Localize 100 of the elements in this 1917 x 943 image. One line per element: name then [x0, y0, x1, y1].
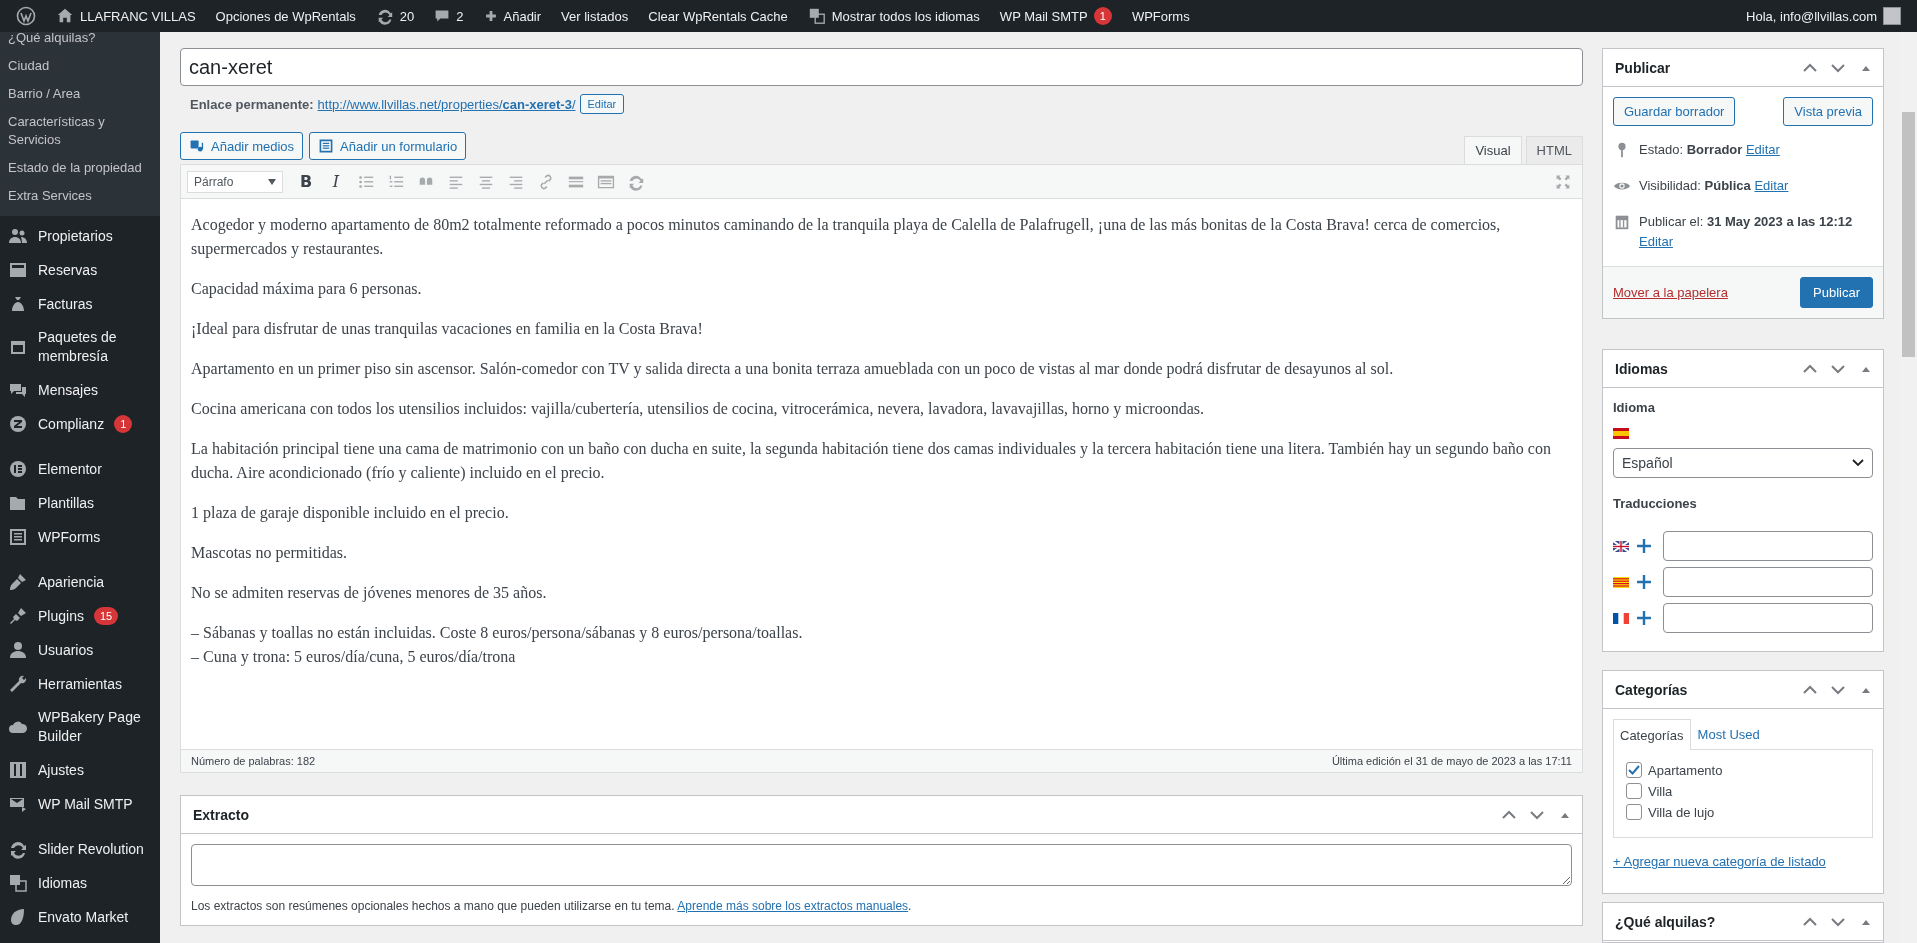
editor-tab[interactable]: Visual [1464, 136, 1522, 164]
comment-icon [434, 8, 451, 24]
category-label: Villa de lujo [1648, 804, 1715, 820]
calendar-icon [1613, 213, 1631, 231]
content-paragraph: 1 plaza de garaje disponible incluido en el precio. [191, 503, 510, 524]
toolbar-menu-item[interactable]: Clear WpRentals Cache [640, 0, 796, 32]
category-tab[interactable]: Most Used [1690, 719, 1767, 749]
sidebar-menu-item[interactable]: Elementor [0, 452, 160, 486]
category-label: Villa [1648, 783, 1673, 799]
content-paragraph: La habitación principal tiene una cama de matrimonio con un baño con ducha en suite, la segunda habitación tiene dos camas individuales y la tercera habitación tiene una litera. También hay un segundo baño con ducha. Aire acondicionado (frío y caliente) incluido en el precio. [191, 439, 1552, 484]
checkmark-icon [1627, 763, 1641, 777]
sidebar-menu-item[interactable]: Plugins 15 [0, 599, 160, 633]
submenu-item[interactable]: Ciudad [0, 52, 160, 80]
content-paragraph: Mascotas no permitidas. [191, 543, 348, 564]
sidebar-menu-item[interactable]: Reservas [0, 253, 160, 287]
sidebar-menu-item[interactable]: Envato Market [0, 900, 160, 934]
permalink-label: Enlace permanente: [190, 96, 314, 112]
bold-button[interactable]: B [293, 169, 319, 194]
toolbar-menu-item[interactable]: Añadir [475, 0, 550, 32]
caret-icon [268, 178, 276, 185]
submenu-item[interactable]: Barrio / Area [0, 80, 160, 108]
sidebar-menu-item[interactable]: Idiomas [0, 866, 160, 900]
add-icon[interactable] [1637, 575, 1651, 589]
title-field[interactable]: can-xeret [180, 48, 1583, 86]
move-to-trash-link[interactable]: Mover a la papelera [1613, 285, 1728, 300]
translate-icon [807, 7, 826, 25]
panel-title: ¿Qué alquilas? [1615, 913, 1716, 930]
translation-field[interactable] [1663, 567, 1873, 597]
plug-icon [8, 606, 28, 626]
sidebar-menu-item[interactable]: Paquetes de membresía [0, 321, 160, 373]
plus-icon [483, 9, 498, 23]
sidebar-menu-item[interactable]: Usuarios [0, 633, 160, 667]
submenu-item[interactable]: Estado de la propiedad [0, 154, 160, 182]
excerpt-help-text: Los extractos son resúmenes opcionales hechos a mano que pueden utilizarse en tu tema. Aprende más sobre los extractos manuales. [191, 899, 913, 913]
sidebar-menu-item[interactable]: Propietarios [0, 219, 160, 253]
form-icon [8, 527, 28, 547]
word-count: Número de palabras: 182 [191, 755, 316, 767]
toolbar-menu-item[interactable]: 20 [367, 0, 423, 32]
sidebar-menu-item[interactable]: Complianz 1 [0, 407, 160, 441]
excerpt-field[interactable] [191, 844, 1572, 886]
toolbar-menu-item[interactable]: Mostrar todos los idiomas [799, 0, 988, 32]
sidebar-menu-item[interactable]: Mensajes [0, 373, 160, 407]
editor-tab[interactable]: HTML [1525, 136, 1583, 164]
submenu-item[interactable]: Extra Services [0, 182, 160, 210]
add-form-button[interactable]: Añadir un formulario [309, 132, 467, 160]
format-dropdown[interactable]: Párrafo [187, 170, 283, 193]
wordpress-logo-icon [16, 6, 36, 26]
last-edited: Última edición el 31 de mayo de 2023 a las 17:11 [1331, 755, 1572, 767]
translation-field[interactable] [1663, 603, 1873, 633]
sidebar-menu-item[interactable]: Slider Revolution [0, 832, 160, 866]
sidebar-menu-item[interactable]: WP Mail SMTP [0, 787, 160, 821]
checkbox[interactable] [1626, 762, 1642, 778]
toolbar-menu-item[interactable]: WPForms [1123, 0, 1198, 32]
panel-title: Extracto [193, 806, 250, 823]
language-select[interactable]: Español [1613, 448, 1873, 478]
preview-button[interactable]: Vista previa [1783, 97, 1873, 126]
edit-permalink-button[interactable]: Editar [579, 94, 625, 114]
edit-link[interactable]: Editar [1754, 178, 1789, 193]
sidebar-menu-item[interactable]: Apariencia [0, 565, 160, 599]
content-paragraph: No se admiten reservas de jóvenes menores de 35 años. [191, 583, 548, 604]
panel-title: Publicar [1615, 59, 1671, 76]
toolbar-menu-item[interactable]: Opciones de WpRentals [207, 0, 364, 32]
toolbar-menu-item[interactable]: 2 [426, 0, 472, 32]
toolbar-menu-item[interactable]: Ver listados [553, 0, 637, 32]
add-media-button[interactable]: Añadir medios [180, 132, 304, 160]
account-menu[interactable]: Hola, info@llvillas.com [1738, 0, 1909, 32]
edit-link[interactable]: Editar [1745, 142, 1780, 157]
content-paragraph: – Sábanas y toallas no están incluidas. Coste 8 euros/persona/sábanas y 8 euros/persona/toallas. – Cuna y trona: 5 euros/día/cuna, 5 euros/día/trona [191, 623, 804, 668]
checkbox[interactable] [1626, 804, 1642, 820]
add-category-link[interactable]: + Agregar nueva categoría de listado [1613, 854, 1826, 869]
sidebar-menu-item[interactable]: WPForms [0, 520, 160, 554]
panel-title: Idiomas [1615, 360, 1668, 377]
translation-field[interactable] [1663, 531, 1873, 561]
publish-setting: Visibilidad: Pública Editar [1639, 177, 1789, 195]
site-name-link[interactable]: LLAFRANC VILLAS [48, 0, 204, 32]
italic-button[interactable]: I [323, 169, 349, 194]
flag-icon [1613, 576, 1629, 588]
category-tab[interactable]: Categorías [1613, 719, 1691, 750]
sidebar-menu-item[interactable]: WPBakery Page Builder [0, 701, 160, 753]
translations-label: Traducciones [1613, 496, 1698, 511]
translate-icon [8, 873, 28, 893]
edit-link[interactable]: Editar [1639, 234, 1673, 249]
content-paragraph: Cocina americana con todos los utensilios incluidos: vajilla/cubertería, utensilios de cocina, vitrocerámica, nevera, lavadora, lavavajillas, horno y microondas. [191, 399, 1205, 420]
submenu-item[interactable]: Características y Servicios [0, 108, 160, 154]
permalink-link[interactable]: http://www.llvillas.net/properties/can-xeret-3/ [317, 96, 576, 112]
submenu-item[interactable]: ¿Qué alquilas? [0, 32, 160, 52]
chevron-down-icon [1852, 459, 1864, 467]
sidebar-menu-item[interactable]: Facturas [0, 287, 160, 321]
sidebar-menu-item[interactable]: Ajustes [0, 753, 160, 787]
home-icon [56, 7, 74, 25]
sidebar-menu-item[interactable]: Plantillas [0, 486, 160, 520]
panel-title: Categorías [1615, 681, 1688, 698]
publish-button[interactable]: Publicar [1800, 277, 1873, 308]
sidebar-menu-item[interactable]: Herramientas [0, 667, 160, 701]
add-icon[interactable] [1637, 539, 1651, 553]
add-icon[interactable] [1637, 611, 1651, 625]
checkbox[interactable] [1626, 783, 1642, 799]
toolbar-menu-item[interactable]: WP Mail SMTP 1 [991, 0, 1120, 32]
save-draft-button[interactable]: Guardar borrador [1613, 97, 1736, 126]
language-label: Idioma [1613, 400, 1656, 415]
